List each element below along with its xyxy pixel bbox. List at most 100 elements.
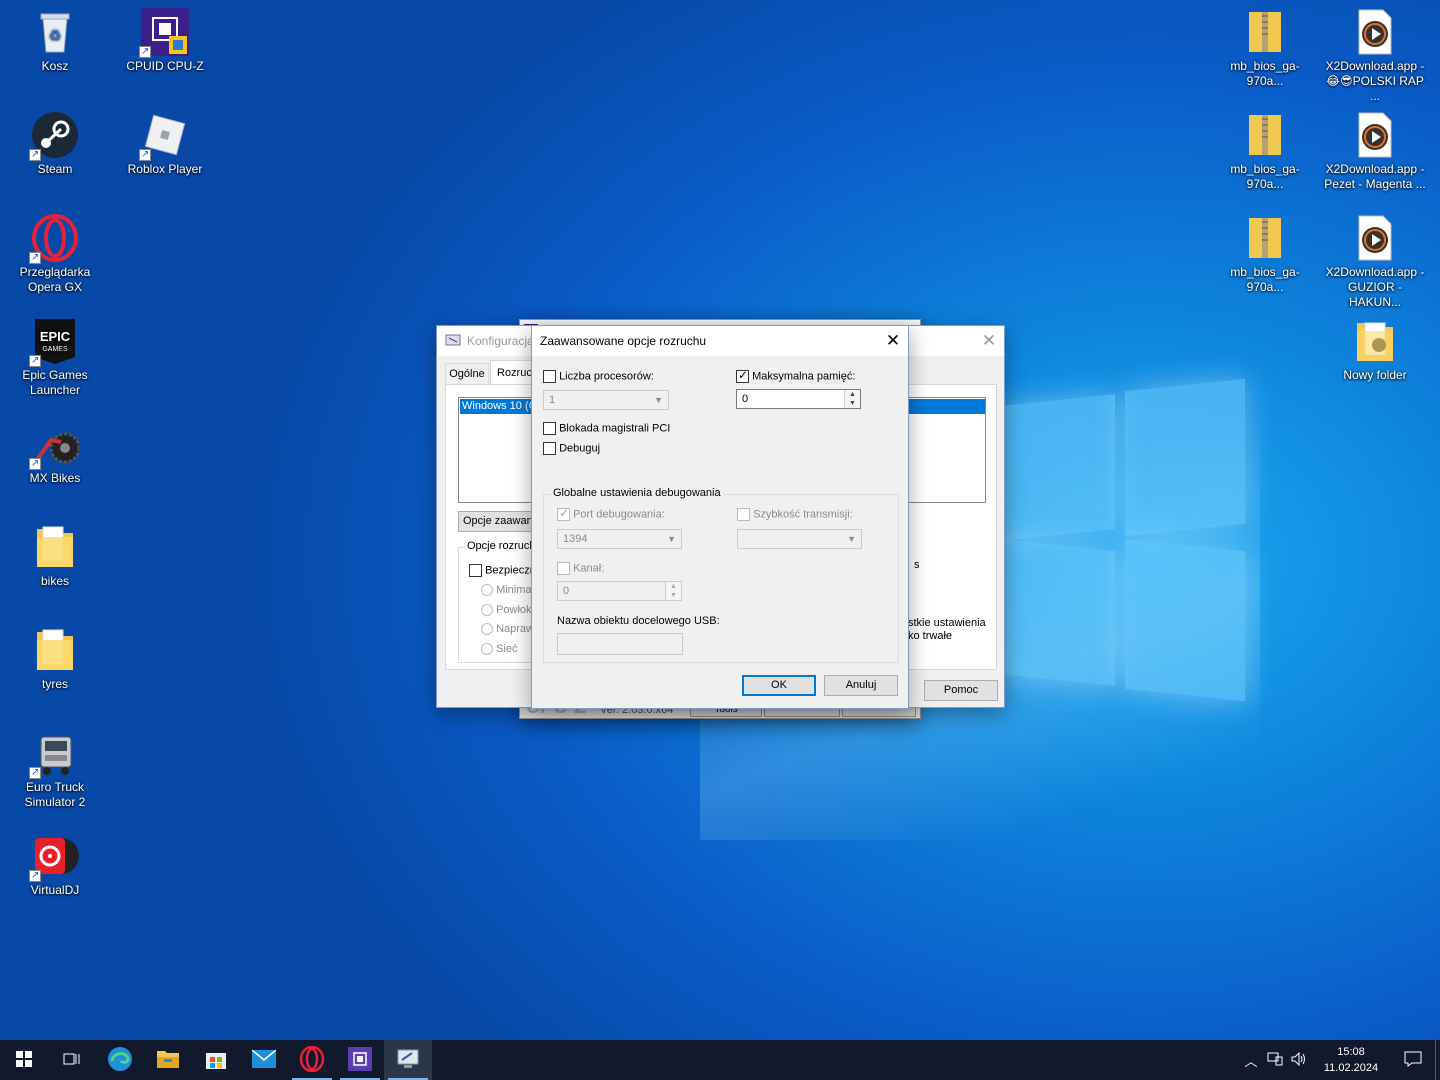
media-file-icon	[1351, 8, 1399, 56]
wallpaper-windows-logo	[1000, 378, 1250, 702]
desktop-icon-roblox[interactable]: Roblox Player	[110, 111, 220, 177]
clock[interactable]: 15:08 11.02.2024	[1311, 1044, 1391, 1076]
desktop-icon-euro-truck[interactable]: Euro Truck Simulator 2	[0, 729, 110, 810]
chevron-up-icon[interactable]: ︿	[1239, 1051, 1263, 1070]
show-desktop-button[interactable]	[1435, 1040, 1440, 1080]
cpuz-icon	[348, 1046, 372, 1074]
clock-date: 11.02.2024	[1323, 1062, 1379, 1074]
taskbar-edge[interactable]	[96, 1040, 144, 1080]
usb-target-label: Nazwa obiektu docelowego USB:	[557, 615, 720, 627]
radio-network[interactable]: Sieć	[481, 643, 517, 656]
desktop-icon-folder-tyres[interactable]: tyres	[0, 626, 110, 692]
tab-general[interactable]: Ogólne	[445, 363, 489, 385]
task-view-button[interactable]	[48, 1040, 96, 1080]
opera-gx-icon	[299, 1045, 325, 1075]
zip-folder-icon	[1241, 8, 1289, 56]
desktop-icon-opera-gx[interactable]: Przeglądarka Opera GX	[0, 214, 110, 295]
svg-text:GAMES: GAMES	[42, 346, 68, 353]
advanced-titlebar[interactable]: Zaawansowane opcje rozruchu	[532, 326, 908, 356]
edge-icon	[107, 1046, 133, 1075]
desktop-icon-folder-bikes[interactable]: bikes	[0, 523, 110, 589]
msconfig-title: Konfiguracja	[467, 334, 534, 348]
desktop-icon-mx-bikes[interactable]: MX Bikes	[0, 420, 110, 486]
desktop-icon-recycle-bin[interactable]: ♻ Kosz	[0, 8, 110, 74]
desktop-icon-steam[interactable]: Steam	[0, 111, 110, 177]
desktop-icon-virtualdj[interactable]: VirtualDJ	[0, 832, 110, 898]
volume-icon[interactable]	[1287, 1051, 1311, 1069]
ok-button[interactable]: OK	[742, 675, 816, 696]
radio-repair[interactable]: Napraw	[481, 623, 534, 636]
baud-rate-select[interactable]: ▼	[737, 529, 862, 549]
desktop-icon-x2download-2[interactable]: X2Download.app - Pezet - Magenta ...	[1320, 111, 1430, 192]
steam-icon	[29, 111, 79, 162]
boot-options-label: Opcje rozruch	[465, 540, 538, 552]
task-view-icon	[63, 1051, 81, 1070]
max-memory-check[interactable]	[736, 368, 749, 383]
notifications-icon[interactable]	[1391, 1051, 1435, 1070]
global-debug-label: Globalne ustawienia debugowania	[551, 487, 723, 499]
mx-bikes-icon	[29, 420, 81, 471]
msconfig-title-icon	[445, 334, 461, 348]
channel-checkbox[interactable]: Kanał:	[557, 562, 604, 575]
advanced-boot-options-dialog[interactable]: Zaawansowane opcje rozruchu ✕ Liczba pro…	[531, 325, 909, 709]
desktop-icon-bios-zip-2[interactable]: mb_bios_ga-970a...	[1210, 111, 1320, 192]
cancel-button[interactable]: Anuluj	[824, 675, 898, 696]
pci-lock-checkbox[interactable]: Blokada magistrali PCI	[543, 422, 670, 435]
make-permanent-label-2: ko trwałe	[908, 630, 953, 642]
chevron-down-icon: ▼	[667, 534, 676, 544]
num-processors-select[interactable]: 1 ▼	[543, 390, 669, 410]
desktop-icon-bios-zip-3[interactable]: mb_bios_ga-970a...	[1210, 214, 1320, 295]
file-explorer-icon	[156, 1049, 180, 1072]
global-debug-group: Globalne ustawienia debugowania Port deb…	[543, 487, 899, 663]
max-memory-checkbox[interactable]: Maksymalna pamięć:	[736, 368, 855, 383]
radio-shell[interactable]: Powłoka	[481, 604, 538, 617]
max-memory-input[interactable]: 0 ▲ ▼	[736, 389, 861, 409]
svg-text:EPIC: EPIC	[40, 329, 71, 344]
epic-games-icon: EPIC GAMES	[29, 317, 79, 368]
spin-up-down-icon[interactable]: ▲ ▼	[844, 390, 860, 408]
store-icon	[205, 1048, 227, 1073]
folder-icon	[1351, 317, 1399, 365]
spin-up-down-icon[interactable]: ▲ ▼	[665, 582, 681, 600]
close-icon[interactable]: ✕	[974, 326, 1004, 356]
taskbar-msconfig[interactable]	[384, 1040, 432, 1080]
channel-input[interactable]: 0 ▲ ▼	[557, 581, 682, 601]
desktop-icon-cpuz[interactable]: CPUID CPU-Z	[110, 8, 220, 74]
debug-checkbox[interactable]: Debuguj	[543, 442, 600, 455]
taskbar-file-explorer[interactable]	[144, 1040, 192, 1080]
media-file-icon	[1351, 111, 1399, 159]
num-processors-checkbox[interactable]: Liczba procesorów:	[543, 370, 654, 383]
cpuz-icon	[139, 8, 189, 59]
desktop-icon-x2download-3[interactable]: X2Download.app - GUZIOR - HAKUN...	[1320, 214, 1430, 310]
taskbar: ︿ 15:08 11.02.2024	[0, 1040, 1440, 1080]
desktop-icon-bios-zip-1[interactable]: mb_bios_ga-970a...	[1210, 8, 1320, 89]
desktop-icon-nowy-folder[interactable]: Nowy folder	[1320, 317, 1430, 383]
start-button[interactable]	[0, 1040, 48, 1080]
usb-target-input[interactable]	[557, 633, 683, 655]
help-button[interactable]: Pomoc	[924, 680, 998, 701]
close-icon[interactable]: ✕	[878, 326, 908, 356]
desktop-icon-x2download-1[interactable]: X2Download.app - 😂😎POLSKI RAP ...	[1320, 8, 1430, 104]
baud-rate-checkbox[interactable]: Szybkość transmisji:	[737, 508, 853, 521]
desktop-icon-epic-games[interactable]: EPICGAMES Epic Games Launcher	[0, 317, 110, 398]
debug-port-select[interactable]: 1394 ▼	[557, 529, 682, 549]
media-file-icon	[1351, 214, 1399, 262]
windows-start-icon	[16, 1050, 32, 1070]
network-icon[interactable]	[1263, 1052, 1287, 1069]
advanced-title: Zaawansowane opcje rozruchu	[540, 334, 707, 348]
system-tray: ︿ 15:08 11.02.2024	[1239, 1040, 1440, 1080]
taskbar-mail[interactable]	[240, 1040, 288, 1080]
zip-folder-icon	[1241, 214, 1289, 262]
debug-port-checkbox[interactable]: Port debugowania:	[557, 506, 665, 521]
taskbar-cpuz[interactable]	[336, 1040, 384, 1080]
zip-folder-icon	[1241, 111, 1289, 159]
msconfig-icon	[396, 1048, 420, 1073]
taskbar-store[interactable]	[192, 1040, 240, 1080]
num-processors-check[interactable]	[543, 370, 556, 383]
chevron-down-icon: ▼	[847, 534, 856, 544]
euro-truck-icon	[29, 729, 79, 780]
chevron-down-icon: ▼	[654, 395, 663, 405]
roblox-icon	[139, 111, 189, 162]
taskbar-opera-gx[interactable]	[288, 1040, 336, 1080]
virtualdj-icon	[29, 832, 79, 883]
